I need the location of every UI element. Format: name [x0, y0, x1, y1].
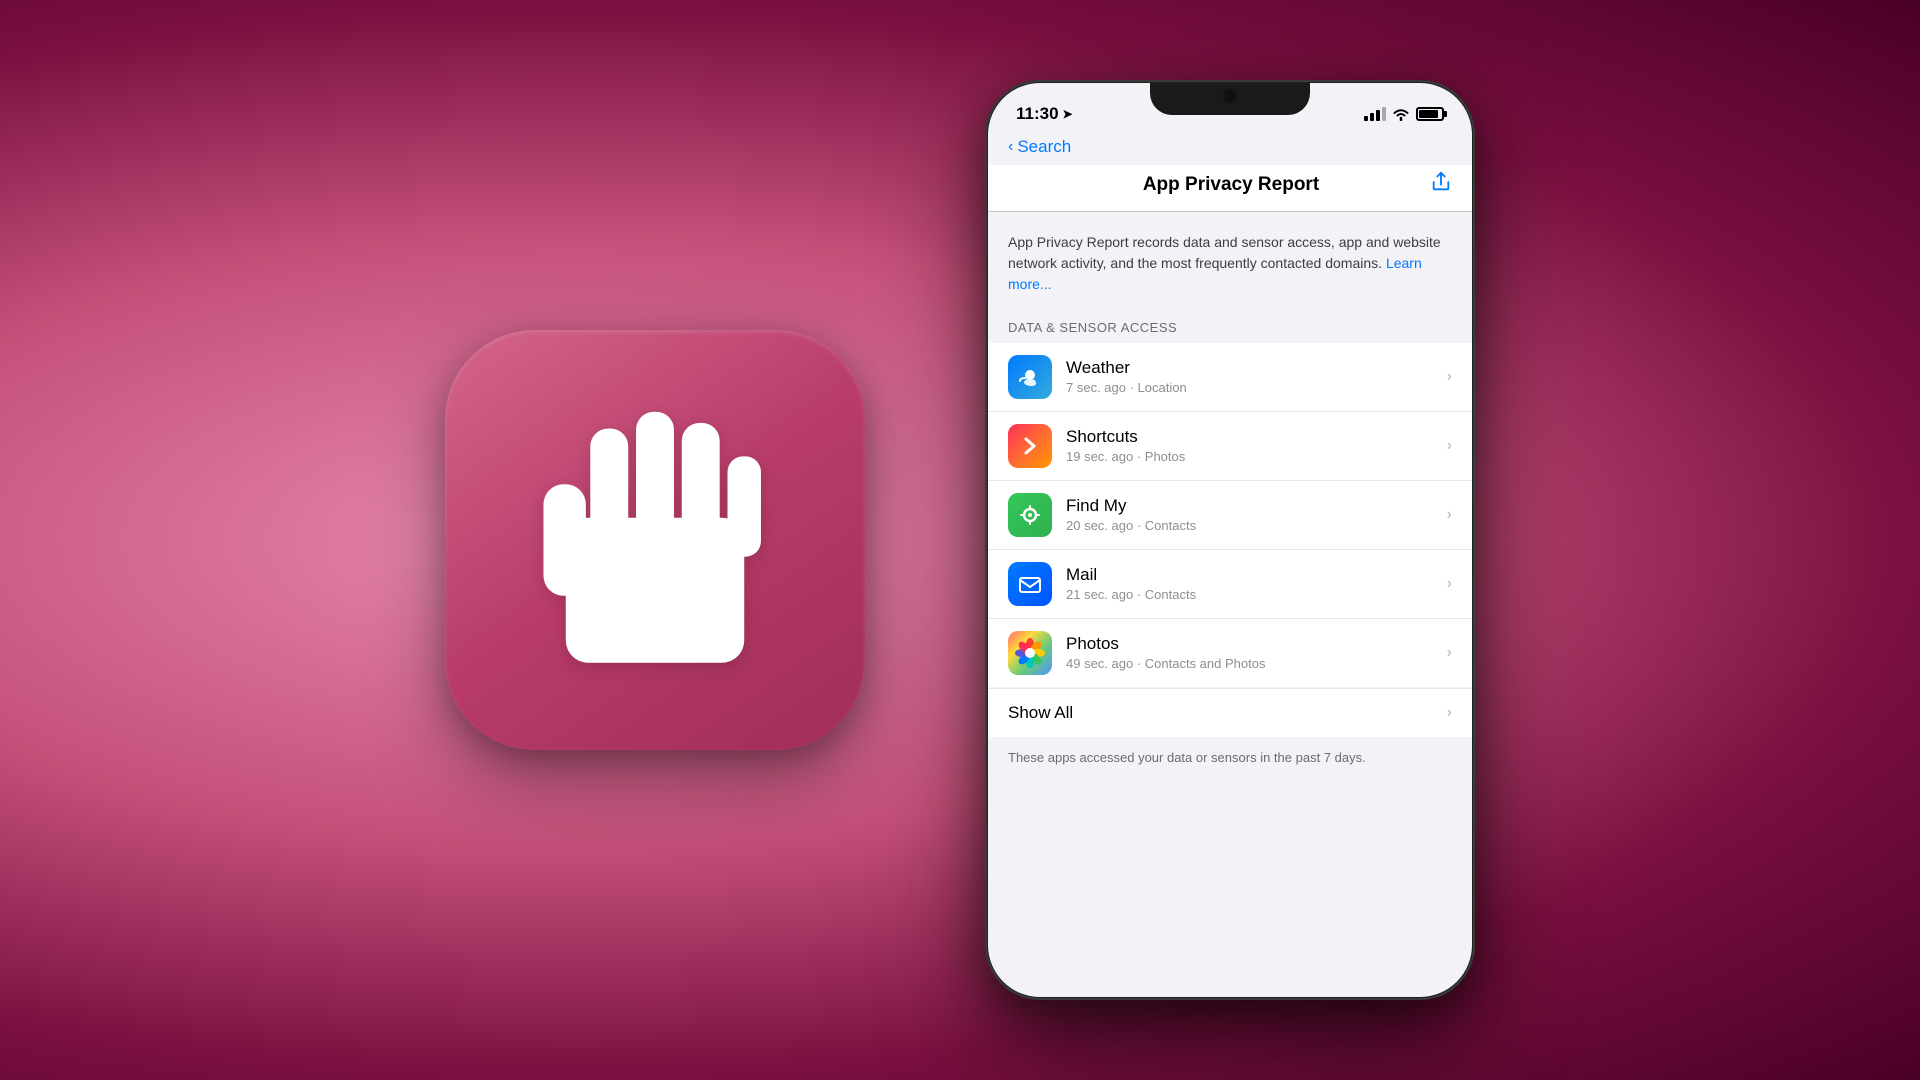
- time-label: 11:30: [1016, 104, 1059, 124]
- photos-chevron-icon: ›: [1447, 644, 1452, 662]
- back-label: Search: [1017, 137, 1071, 157]
- mail-app-name: Mail: [1066, 565, 1433, 585]
- findmy-app-detail: 20 sec. ago · Contacts: [1066, 518, 1433, 533]
- battery-fill: [1419, 110, 1438, 118]
- section-header: DATA & SENSOR ACCESS: [988, 311, 1472, 343]
- bar1: [1364, 116, 1368, 121]
- shortcuts-app-icon: [1008, 424, 1052, 468]
- photos-app-name: Photos: [1066, 634, 1433, 654]
- shortcuts-app-name: Shortcuts: [1066, 427, 1433, 447]
- list-item[interactable]: Shortcuts 19 sec. ago · Photos ›: [988, 412, 1472, 481]
- mail-app-icon: [1008, 562, 1052, 606]
- photos-app-icon: [1008, 631, 1052, 675]
- iphone-screen: 11:30 ➤: [988, 83, 1472, 997]
- bar4: [1382, 107, 1386, 121]
- battery-icon: [1416, 107, 1444, 121]
- list-item[interactable]: Photos 49 sec. ago · Contacts and Photos…: [988, 619, 1472, 687]
- show-all-row[interactable]: Show All ›: [988, 688, 1472, 737]
- weather-app-detail: 7 sec. ago · Location: [1066, 380, 1433, 395]
- status-time: 11:30 ➤: [1016, 104, 1073, 124]
- findmy-item-info: Find My 20 sec. ago · Contacts: [1066, 496, 1433, 533]
- back-chevron-icon: ‹: [1008, 138, 1013, 156]
- list-item[interactable]: Mail 21 sec. ago · Contacts ›: [988, 550, 1472, 619]
- shortcuts-item-info: Shortcuts 19 sec. ago · Photos: [1066, 427, 1433, 464]
- app-icon: [445, 330, 865, 750]
- findmy-chevron-icon: ›: [1447, 506, 1452, 524]
- location-arrow-icon: ➤: [1063, 107, 1073, 121]
- notch: [1150, 83, 1310, 115]
- content-area: App Privacy Report records data and sens…: [988, 212, 1472, 779]
- weather-app-name: Weather: [1066, 358, 1433, 378]
- description-section: App Privacy Report records data and sens…: [988, 212, 1472, 311]
- iphone-wrapper: 11:30 ➤: [985, 80, 1475, 1000]
- back-button[interactable]: ‹ Search: [1008, 137, 1452, 157]
- description-body: App Privacy Report records data and sens…: [1008, 234, 1441, 271]
- signal-bars-icon: [1364, 107, 1386, 121]
- page-title: App Privacy Report: [1032, 174, 1430, 196]
- findmy-app-name: Find My: [1066, 496, 1433, 516]
- wifi-icon: [1392, 107, 1410, 121]
- hand-stop-icon: [525, 395, 785, 685]
- bar3: [1376, 110, 1380, 121]
- list-item[interactable]: Find My 20 sec. ago · Contacts ›: [988, 481, 1472, 550]
- show-all-label: Show All: [1008, 703, 1073, 723]
- mail-item-info: Mail 21 sec. ago · Contacts: [1066, 565, 1433, 602]
- description-text: App Privacy Report records data and sens…: [1008, 232, 1452, 295]
- mail-chevron-icon: ›: [1447, 575, 1452, 593]
- status-right-icons: [1364, 107, 1444, 121]
- photos-item-info: Photos 49 sec. ago · Contacts and Photos: [1066, 634, 1433, 671]
- back-navigation[interactable]: ‹ Search: [988, 133, 1472, 165]
- page-header: App Privacy Report: [988, 165, 1472, 211]
- weather-app-icon: [1008, 355, 1052, 399]
- scene: 11:30 ➤: [0, 0, 1920, 1080]
- weather-item-info: Weather 7 sec. ago · Location: [1066, 358, 1433, 395]
- shortcuts-app-detail: 19 sec. ago · Photos: [1066, 449, 1433, 464]
- mail-app-detail: 21 sec. ago · Contacts: [1066, 587, 1433, 602]
- findmy-app-icon: [1008, 493, 1052, 537]
- app-icon-wrapper: [445, 330, 865, 750]
- footer-note: These apps accessed your data or sensors…: [988, 737, 1472, 779]
- list-item[interactable]: Weather 7 sec. ago · Location ›: [988, 343, 1472, 412]
- share-button[interactable]: [1430, 171, 1452, 199]
- shortcuts-chevron-icon: ›: [1447, 437, 1452, 455]
- footer-note-text: These apps accessed your data or sensors…: [1008, 749, 1452, 767]
- section-header-text: DATA & SENSOR ACCESS: [1008, 320, 1177, 335]
- show-all-chevron-icon: ›: [1447, 704, 1452, 722]
- iphone-device: 11:30 ➤: [985, 80, 1475, 1000]
- bar2: [1370, 113, 1374, 121]
- weather-chevron-icon: ›: [1447, 368, 1452, 386]
- app-list: Weather 7 sec. ago · Location ›: [988, 343, 1472, 687]
- photos-app-detail: 49 sec. ago · Contacts and Photos: [1066, 656, 1433, 671]
